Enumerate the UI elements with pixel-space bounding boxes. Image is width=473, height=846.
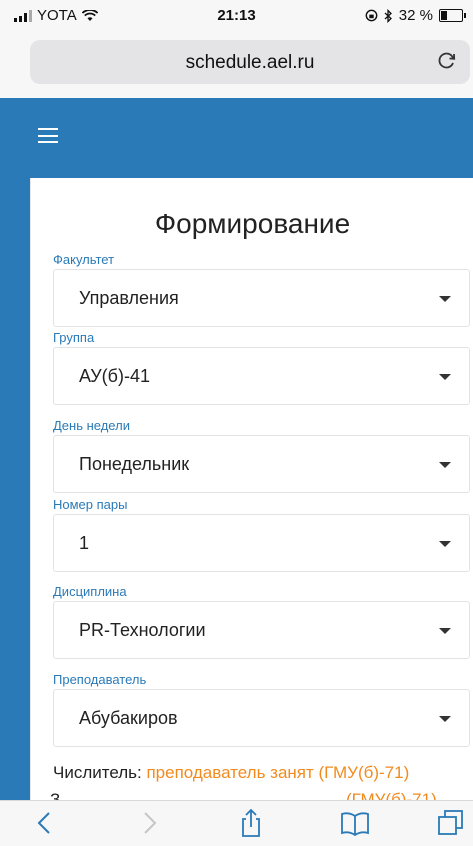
rotation-lock-icon [365, 9, 378, 22]
weekday-select[interactable]: Понедельник [53, 435, 470, 493]
battery-percent: 32 % [398, 7, 433, 24]
browser-chrome: YOTA 21:13 32 % schedule.ael.ru [0, 0, 473, 98]
chevron-down-icon [439, 462, 451, 468]
schedule-status: Числитель: преподаватель занят (ГМУ(б)-7… [53, 763, 409, 783]
hamburger-menu-icon[interactable] [38, 128, 58, 143]
group-value: АУ(б)-41 [79, 366, 150, 386]
status-bar: YOTA 21:13 32 % [0, 0, 473, 30]
browser-toolbar [0, 800, 473, 846]
schedule-form-card: Формирование Факультет Управления Группа… [30, 178, 473, 803]
book-icon[interactable] [340, 807, 370, 839]
teacher-value: Абубакиров [79, 708, 178, 728]
app-header [20, 98, 473, 170]
chevron-down-icon [439, 374, 451, 380]
faculty-label: Факультет [53, 252, 115, 267]
group-select[interactable]: АУ(б)-41 [53, 347, 470, 405]
battery-icon [439, 9, 466, 22]
group-label: Группа [53, 330, 95, 345]
lesson-number-select[interactable]: 1 [53, 514, 470, 572]
tabs-icon[interactable] [436, 807, 466, 839]
chevron-right-icon[interactable] [134, 807, 164, 839]
faculty-value: Управления [79, 288, 179, 308]
weekday-value: Понедельник [79, 454, 190, 474]
teacher-select[interactable]: Абубакиров [53, 689, 470, 747]
chevron-down-icon [439, 541, 451, 547]
status-message: преподаватель занят (ГМУ(б)-71) [146, 763, 410, 782]
lesson-number-label: Номер пары [53, 497, 128, 512]
share-icon[interactable] [236, 807, 266, 839]
bluetooth-icon [384, 8, 392, 23]
chevron-down-icon [439, 716, 451, 722]
chevron-down-icon [439, 296, 451, 302]
lesson-number-value: 1 [79, 533, 90, 553]
status-prefix: Числитель: [53, 763, 142, 782]
teacher-label: Преподаватель [53, 672, 147, 687]
discipline-value: PR-Технологии [79, 620, 206, 640]
reload-icon[interactable] [436, 49, 458, 71]
discipline-label: Дисциплина [53, 584, 127, 599]
weekday-label: День недели [53, 418, 130, 433]
discipline-select[interactable]: PR-Технологии [53, 601, 470, 659]
faculty-select[interactable]: Управления [53, 269, 470, 327]
chevron-left-icon[interactable] [30, 807, 60, 839]
url-text[interactable]: schedule.ael.ru [30, 52, 470, 74]
status-right: 32 % [365, 7, 466, 24]
chevron-down-icon [439, 628, 451, 634]
page-title: Формирование [154, 208, 351, 239]
address-bar[interactable]: schedule.ael.ru [30, 40, 470, 84]
